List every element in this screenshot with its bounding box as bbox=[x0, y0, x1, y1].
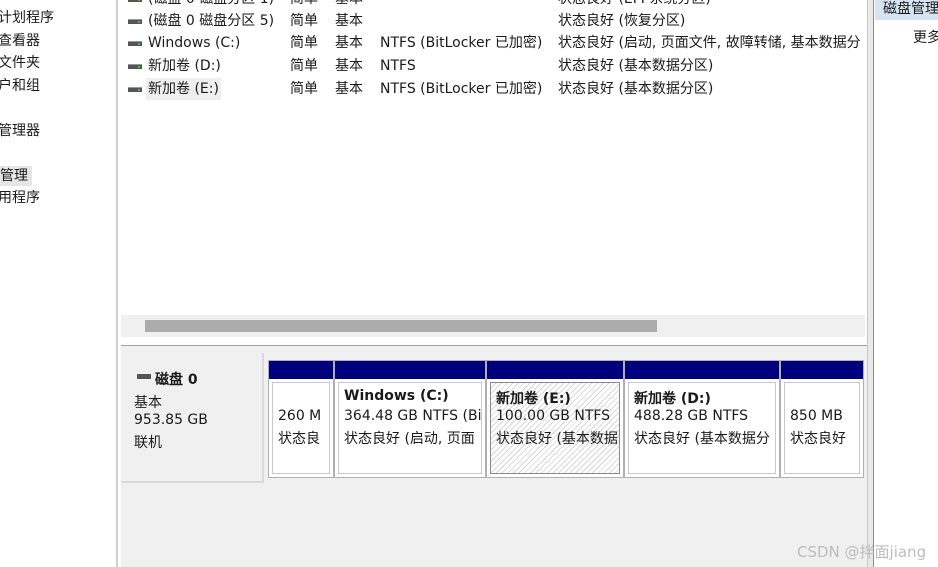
more-actions-link[interactable]: 更多 bbox=[913, 27, 938, 47]
partition-size: 100.00 GB NTFS bbox=[496, 408, 611, 424]
partition-e[interactable]: 新加卷 (E:) 100.00 GB NTFS 状态良好 (基本数据 bbox=[486, 360, 624, 478]
partition-body: 850 MB 状态良好 bbox=[784, 382, 860, 474]
tree-item-local-users-groups[interactable]: 户和组 bbox=[0, 76, 40, 96]
pane-divider-left[interactable] bbox=[116, 0, 118, 567]
partition-body: 260 M 状态良 bbox=[272, 382, 330, 474]
volume-layout: 简单 bbox=[290, 0, 318, 10]
volume-type: 基本 bbox=[335, 35, 363, 51]
partition-c[interactable]: Windows (C:) 364.48 GB NTFS (Bi 状态良好 (启动… bbox=[334, 360, 486, 478]
partition-body-selected: 新加卷 (E:) 100.00 GB NTFS 状态良好 (基本数据 bbox=[490, 382, 620, 474]
volume-name: (磁盘 0 磁盘分区 5) bbox=[148, 13, 275, 29]
partition-status: 状态良好 (启动, 页面 bbox=[344, 431, 475, 447]
volume-status: 状态良好 (启动, 页面文件, 故障转储, 基本数据分 bbox=[558, 35, 861, 51]
actions-header-disk-management[interactable]: 磁盘管理 bbox=[875, 0, 938, 20]
volume-icon bbox=[128, 64, 142, 69]
volume-row[interactable]: (磁盘 0 磁盘分区 1) 简单 基本 状态良好 (EFI 系统分区) bbox=[121, 0, 867, 10]
volume-filesystem: NTFS (BitLocker 已加密) bbox=[380, 81, 543, 97]
volume-type: 基本 bbox=[335, 13, 363, 29]
volume-icon bbox=[128, 41, 142, 46]
tree-item-services-apps[interactable]: 用程序 bbox=[0, 188, 40, 208]
partition-bar bbox=[269, 361, 333, 379]
partition-status: 状态良 bbox=[278, 431, 320, 447]
volume-filesystem: NTFS bbox=[380, 58, 416, 74]
disk-graphical-view: 磁盘 0 基本 953.85 GB 联机 260 M 状态良 Windows (… bbox=[121, 345, 867, 567]
volume-icon bbox=[128, 87, 142, 92]
navigation-tree: 计划程序 查看器 文件夹 户和组 管理器 管理 用程序 bbox=[0, 0, 117, 567]
partition-bar bbox=[487, 361, 623, 379]
tree-item-shared-folders[interactable]: 文件夹 bbox=[0, 53, 40, 73]
disk-state: 联机 bbox=[134, 435, 162, 451]
tree-item-event-viewer[interactable]: 查看器 bbox=[0, 31, 40, 51]
volume-layout: 简单 bbox=[290, 35, 318, 51]
partition-body: 新加卷 (D:) 488.28 GB NTFS 状态良好 (基本数据分 bbox=[628, 382, 776, 474]
volume-icon bbox=[128, 0, 142, 2]
tree-item-device-manager[interactable]: 管理器 bbox=[0, 121, 40, 141]
disk-title-label: 磁盘 0 bbox=[155, 372, 198, 388]
disk-icon bbox=[137, 373, 151, 379]
volume-status: 状态良好 (基本数据分区) bbox=[558, 58, 714, 74]
volume-type: 基本 bbox=[335, 81, 363, 97]
volume-type: 基本 bbox=[335, 58, 363, 74]
partition-status: 状态良好 (基本数据分 bbox=[634, 431, 770, 447]
actions-pane: 磁盘管理 更多 bbox=[875, 0, 938, 567]
volume-list: (磁盘 0 磁盘分区 1) 简单 基本 状态良好 (EFI 系统分区) (磁盘 … bbox=[121, 0, 867, 312]
volume-name: 新加卷 (D:) bbox=[148, 58, 221, 74]
volume-name: (磁盘 0 磁盘分区 1) bbox=[148, 0, 274, 10]
tree-item-task-scheduler[interactable]: 计划程序 bbox=[0, 8, 54, 28]
partition-size: 364.48 GB NTFS (Bi bbox=[344, 408, 482, 424]
horizontal-scrollbar[interactable] bbox=[121, 315, 865, 337]
watermark: CSDN @拌面jiang bbox=[797, 543, 927, 561]
disk-kind: 基本 bbox=[134, 395, 162, 411]
disk-title: 磁盘 0 bbox=[137, 369, 198, 389]
partition-status: 状态良好 (基本数据 bbox=[496, 431, 618, 447]
volume-row[interactable]: 新加卷 (D:) 简单 基本 NTFS 状态良好 (基本数据分区) bbox=[121, 55, 867, 77]
partition-d[interactable]: 新加卷 (D:) 488.28 GB NTFS 状态良好 (基本数据分 bbox=[624, 360, 780, 478]
volume-name: 新加卷 (E:) bbox=[146, 78, 221, 100]
partition-name: Windows (C:) bbox=[344, 388, 449, 404]
volume-status: 状态良好 (基本数据分区) bbox=[558, 81, 714, 97]
partition-body: Windows (C:) 364.48 GB NTFS (Bi 状态良好 (启动… bbox=[338, 382, 482, 474]
partition-name: 新加卷 (E:) bbox=[496, 391, 571, 407]
volume-row[interactable]: 新加卷 (E:) 简单 基本 NTFS (BitLocker 已加密) 状态良好… bbox=[121, 78, 867, 100]
partition-bar bbox=[335, 361, 485, 379]
tree-item-disk-management[interactable]: 管理 bbox=[0, 166, 32, 186]
volume-status: 状态良好 (恢复分区) bbox=[558, 13, 686, 29]
scrollbar-thumb[interactable] bbox=[145, 320, 657, 332]
partition-status: 状态良好 bbox=[790, 431, 846, 447]
volume-row[interactable]: (磁盘 0 磁盘分区 5) 简单 基本 状态良好 (恢复分区) bbox=[121, 10, 867, 32]
volume-icon bbox=[128, 19, 142, 24]
volume-status: 状态良好 (EFI 系统分区) bbox=[558, 0, 711, 10]
partition-size: 850 MB bbox=[790, 408, 843, 424]
volume-layout: 简单 bbox=[290, 13, 318, 29]
partition-name: 新加卷 (D:) bbox=[634, 391, 711, 407]
volume-layout: 简单 bbox=[290, 58, 318, 74]
volume-filesystem: NTFS (BitLocker 已加密) bbox=[380, 35, 543, 51]
disk-management-content: (磁盘 0 磁盘分区 1) 简单 基本 状态良好 (EFI 系统分区) (磁盘 … bbox=[121, 0, 867, 567]
disk-size: 953.85 GB bbox=[134, 412, 208, 428]
partition-recovery[interactable]: 850 MB 状态良好 bbox=[780, 360, 864, 478]
partition-size: 260 M bbox=[278, 408, 322, 424]
partition-efi[interactable]: 260 M 状态良 bbox=[268, 360, 334, 478]
partition-size: 488.28 GB NTFS bbox=[634, 408, 749, 424]
partition-bar bbox=[625, 361, 779, 379]
volume-layout: 简单 bbox=[290, 81, 318, 97]
partition-bar bbox=[781, 361, 863, 379]
volume-type: 基本 bbox=[335, 0, 363, 10]
volume-row[interactable]: Windows (C:) 简单 基本 NTFS (BitLocker 已加密) … bbox=[121, 32, 867, 54]
pane-divider-right[interactable] bbox=[867, 0, 874, 567]
disk-info-panel[interactable]: 磁盘 0 基本 953.85 GB 联机 bbox=[121, 353, 264, 483]
volume-name: Windows (C:) bbox=[148, 35, 241, 51]
